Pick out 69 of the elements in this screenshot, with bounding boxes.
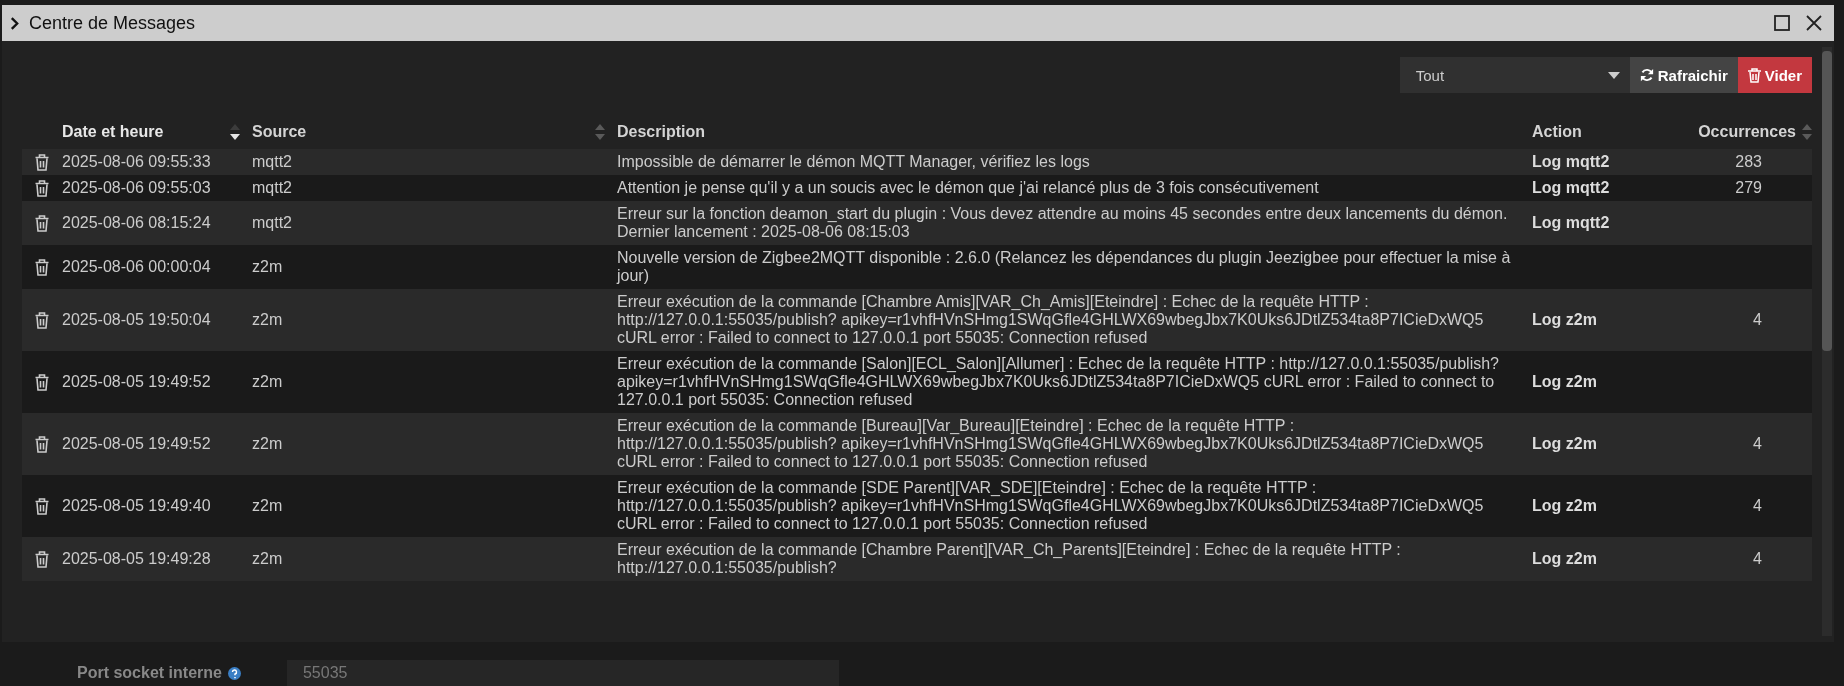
table-cell-text: Nouvelle version de Zigbee2MQTT disponible : 2.6.0 (Relancez les dépendances du plugin Jeezigbee pour effectuer la mise à jour): [617, 248, 1512, 286]
table-cell-text: 2025-08-05 19:49:52: [62, 434, 212, 454]
sort-icon[interactable]: [230, 123, 240, 141]
column-header[interactable]: Source: [252, 123, 307, 141]
log-link[interactable]: Log z2m: [1532, 493, 1682, 519]
chevron-icon[interactable]: [10, 16, 19, 30]
column-header[interactable]: Date et heure: [62, 123, 164, 141]
table-cell-text: Erreur exécution de la commande [Salon][ECL_Salon][Allumer] : Echec de la requête HTTP : http://127.0.0.1:55035/publish? apikey=r1vhfHVnSHmg1SWqGfle4GHLWX69wbegJbx7K0Uks6JDtlZ534ta8P7ICieDxWQ5 cURL error : Failed to connect to 127.0.0.1 port 55035: Connection refused: [617, 354, 1500, 410]
table-cell-text: 2025-08-05 19:49:28: [62, 549, 212, 569]
log-link[interactable]: Log mqtt2: [1532, 175, 1682, 201]
table-cell-text: 279: [1735, 178, 1762, 198]
log-link[interactable]: Log mqtt2: [1532, 210, 1682, 236]
table-cell-text: Erreur sur la fonction deamon_start du plugin : Vous devez attendre au moins 45 secondes entre deux lancements du démon. Dernier lancement : 2025-08-06 08:15:03: [617, 204, 1509, 242]
filter-dropdown[interactable]: Tout: [1399, 57, 1630, 93]
caret-icon: [1607, 71, 1620, 79]
log-link[interactable]: Log z2m: [1532, 369, 1682, 395]
table-cell-text: Attention je pense qu'il y a un soucis avec le démon que j'ai relancé plus de 3 fois consécutivement: [617, 178, 1320, 198]
trash-icon: [1747, 67, 1761, 83]
table-cell-text: Erreur exécution de la commande [Chambre Parent][VAR_Ch_Parents][Eteindre] : Echec de la requête HTTP : http://127.0.0.1:55035/publish?: [617, 540, 1402, 578]
trash-icon[interactable]: [35, 373, 49, 391]
log-link[interactable]: Log z2m: [1532, 307, 1682, 333]
clear-button[interactable]: Vider: [1737, 57, 1812, 93]
table-cell-text: 4: [1753, 310, 1762, 330]
table-cell-text: Erreur exécution de la commande [Chambre Amis][VAR_Ch_Amis][Eteindre] : Echec de la requête HTTP : http://127.0.0.1:55035/publish? apikey=r1vhfHVnSHmg1SWqGfle4GHLWX69wbegJbx7K0Uks6JDtlZ534ta8P7ICieDxWQ5 cURL error : Failed to connect to 127.0.0.1 port 55035: Connection refused: [617, 292, 1485, 348]
refresh-icon: [1639, 68, 1654, 82]
table-cell-text: 2025-08-06 08:15:24: [62, 213, 212, 233]
refresh-button[interactable]: Rafraichir: [1629, 57, 1738, 93]
table-cell-text: z2m: [252, 434, 284, 454]
trash-icon[interactable]: [35, 311, 49, 329]
table-cell-text: z2m: [252, 257, 284, 277]
trash-icon[interactable]: [35, 179, 49, 197]
log-link[interactable]: Log z2m: [1532, 431, 1682, 457]
close-icon[interactable]: [1806, 15, 1822, 31]
table-cell-text: mqtt2: [252, 213, 293, 233]
scrollbar[interactable]: [1822, 47, 1832, 636]
trash-icon[interactable]: [35, 550, 49, 568]
column-header[interactable]: Occurrences: [1698, 123, 1796, 141]
trash-icon[interactable]: [35, 258, 49, 276]
trash-icon[interactable]: [35, 435, 49, 453]
table-cell-text: z2m: [252, 372, 284, 392]
column-header[interactable]: Action: [1532, 123, 1582, 141]
trash-icon[interactable]: [35, 497, 49, 515]
field-label: Port socket interne: [77, 664, 222, 682]
table-cell-text: mqtt2: [252, 152, 293, 172]
table-cell-text: mqtt2: [252, 178, 293, 198]
table-cell-text: 2025-08-06 09:55:03: [62, 178, 212, 198]
table-cell-text: 2025-08-05 19:49:52: [62, 372, 212, 392]
trash-icon[interactable]: [35, 153, 49, 171]
log-link[interactable]: Log z2m: [1532, 546, 1682, 572]
column-header[interactable]: Description: [617, 123, 705, 141]
table-cell-text: Erreur exécution de la commande [SDE Parent][VAR_SDE][Eteindre] : Echec de la requête HTTP : http://127.0.0.1:55035/publish? apikey=r1vhfHVnSHmg1SWqGfle4GHLWX69wbegJbx7K0Uks6JDtlZ534ta8P7ICieDxWQ5 cURL error : Failed to connect to 127.0.0.1 port 55035: Connection refused: [617, 478, 1485, 534]
table-cell-text: 4: [1753, 549, 1762, 569]
maximize-icon[interactable]: [1774, 15, 1790, 31]
table-cell-text: 2025-08-05 19:50:04: [62, 310, 212, 330]
table-cell-text: z2m: [252, 549, 284, 569]
table-cell-text: z2m: [252, 496, 284, 516]
table-cell-text: 4: [1753, 434, 1762, 454]
help-icon[interactable]: [227, 666, 241, 680]
log-link[interactable]: Log mqtt2: [1532, 149, 1682, 175]
table-cell-text: z2m: [252, 310, 284, 330]
table-cell-text: 283: [1735, 152, 1762, 172]
table-cell-text: 2025-08-06 00:00:04: [62, 257, 212, 277]
trash-icon[interactable]: [35, 214, 49, 232]
window-title: Centre de Messages: [29, 12, 196, 34]
table-cell-text: 2025-08-05 19:49:40: [62, 496, 212, 516]
table-cell-text: Impossible de démarrer le démon MQTT Manager, vérifiez les logs: [617, 152, 1091, 172]
table-cell-text: Erreur exécution de la commande [Bureau][Var_Bureau][Eteindre] : Echec de la requête HTTP : http://127.0.0.1:55035/publish? apikey=r1vhfHVnSHmg1SWqGfle4GHLWX69wbegJbx7K0Uks6JDtlZ534ta8P7ICieDxWQ5 cURL error : Failed to connect to 127.0.0.1 port 55035: Connection refused: [617, 416, 1485, 472]
table-cell-text: 2025-08-06 09:55:33: [62, 152, 212, 172]
table-cell-text: 4: [1753, 496, 1762, 516]
